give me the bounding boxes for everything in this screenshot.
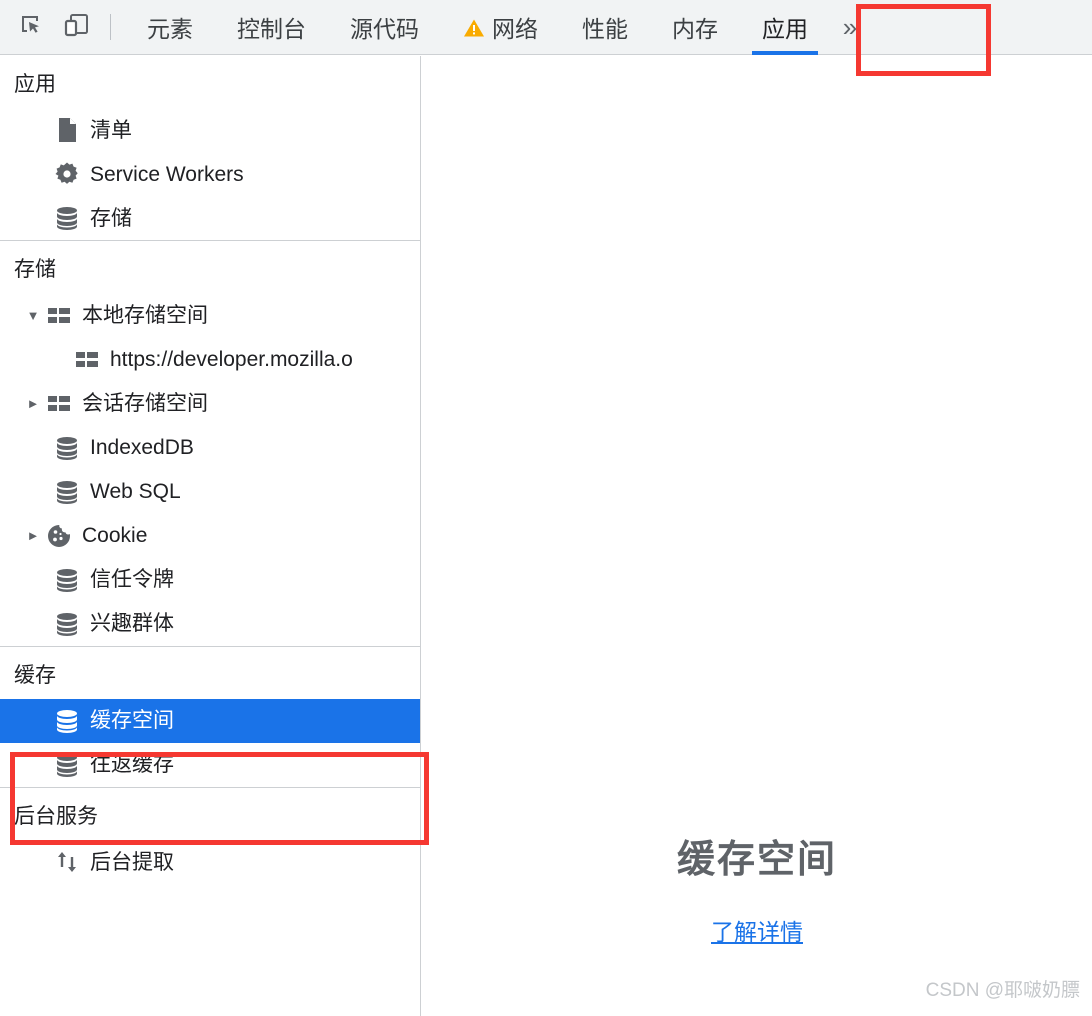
cache-storage-panel: 缓存空间 了解详情 CSDN @耶啵奶膘 — [422, 56, 1092, 1016]
sidebar-item-local-storage[interactable]: ▼ 本地存储空间 — [0, 294, 420, 338]
tab-network[interactable]: 网络 — [441, 0, 560, 55]
sidebar-item-label: 本地存储空间 — [82, 304, 208, 327]
sidebar-item-label: 会话存储空间 — [82, 392, 208, 415]
tab-label: 控制台 — [237, 16, 306, 42]
database-icon — [52, 479, 82, 505]
section-title: 缓存 — [14, 663, 56, 687]
sidebar-item-manifest[interactable]: 清单 — [0, 108, 420, 152]
sidebar-item-cache-storage[interactable]: 缓存空间 — [0, 698, 420, 743]
tab-memory[interactable]: 内存 — [650, 0, 740, 55]
database-icon — [52, 435, 82, 461]
more-tabs-chevron-icon[interactable]: » — [830, 0, 870, 55]
section-title: 应用 — [14, 73, 56, 96]
toolbar-divider — [110, 14, 111, 40]
sidebar-item-label: Cookie — [82, 524, 148, 547]
sidebar-item-session-storage[interactable]: ► 会话存储空间 — [0, 382, 420, 426]
sidebar-item-back-forward-cache[interactable]: 往返缓存 — [0, 743, 420, 787]
chevron-right-icon[interactable]: ► — [22, 528, 44, 543]
sidebar-item-label: 存储 — [90, 206, 132, 230]
sidebar-item-trust-tokens[interactable]: 信任令牌 — [0, 558, 420, 602]
sidebar-item-cookie[interactable]: ► Cookie — [0, 514, 420, 558]
sidebar-item-background-fetch[interactable]: 后台提取 — [0, 840, 420, 884]
table-grid-icon — [44, 394, 74, 414]
sidebar-item-label: Service Workers — [90, 162, 244, 186]
tab-label: 内存 — [672, 16, 718, 42]
application-sidebar: 应用 清单 Service Workers 存储 存储 ▼ 本地存储空间 htt… — [0, 56, 421, 1016]
sidebar-item-storage[interactable]: 存储 — [0, 196, 420, 240]
sidebar-item-local-storage-origin[interactable]: https://developer.mozilla.o — [0, 338, 420, 382]
empty-state: 缓存空间 了解详情 — [422, 828, 1092, 947]
sidebar-item-interest-groups[interactable]: 兴趣群体 — [0, 602, 420, 646]
tab-label: 元素 — [147, 16, 193, 42]
sidebar-item-web-sql[interactable]: Web SQL — [0, 470, 420, 514]
sidebar-section-storage: 存储 ▼ 本地存储空间 https://developer.mozilla.o … — [0, 241, 420, 647]
database-icon — [52, 752, 82, 778]
page-title: 缓存空间 — [676, 839, 837, 881]
tab-label: 网络 — [492, 16, 538, 42]
section-title: 后台服务 — [14, 804, 98, 828]
warning-triangle-icon — [463, 17, 485, 37]
database-icon — [52, 205, 82, 231]
database-icon — [52, 611, 82, 637]
tab-performance[interactable]: 性能 — [560, 0, 650, 55]
database-icon — [52, 567, 82, 593]
database-icon — [52, 708, 82, 734]
sidebar-item-label: 兴趣群体 — [90, 612, 174, 635]
table-grid-icon — [44, 306, 74, 326]
sidebar-item-label: 清单 — [90, 118, 132, 142]
sidebar-item-label: Web SQL — [90, 480, 181, 503]
sidebar-section-application: 应用 清单 Service Workers 存储 — [0, 56, 420, 242]
sidebar-item-label: IndexedDB — [90, 436, 194, 459]
chevron-down-icon[interactable]: ▼ — [22, 308, 44, 323]
sidebar-item-service-workers[interactable]: Service Workers — [0, 152, 420, 196]
tab-elements[interactable]: 元素 — [125, 0, 215, 55]
gear-icon — [52, 161, 82, 187]
background-fetch-arrows-icon — [52, 849, 82, 875]
sidebar-item-label: 后台提取 — [90, 850, 174, 874]
inspect-element-icon — [18, 12, 44, 43]
tab-label: 性能 — [582, 16, 628, 42]
sidebar-item-label: 信任令牌 — [90, 568, 174, 591]
sidebar-item-label: 往返缓存 — [90, 753, 174, 777]
devtools-tab-strip: 元素 控制台 源代码 网络 性能 内存 应用 — [125, 0, 830, 55]
watermark: CSDN @耶啵奶膘 — [925, 980, 1080, 1001]
manifest-document-icon — [52, 117, 82, 143]
device-toolbar-button[interactable] — [54, 5, 100, 49]
sidebar-section-background-services: 后台服务 后台提取 — [0, 788, 420, 884]
table-grid-icon — [72, 350, 102, 370]
inspect-element-button[interactable] — [8, 5, 54, 49]
sidebar-item-label: https://developer.mozilla.o — [110, 348, 353, 371]
tab-label: 源代码 — [350, 16, 419, 42]
devtools-toolbar: 元素 控制台 源代码 网络 性能 内存 应用 » — [0, 0, 1092, 55]
section-title: 存储 — [14, 258, 56, 282]
tab-console[interactable]: 控制台 — [215, 0, 328, 55]
sidebar-item-indexeddb[interactable]: IndexedDB — [0, 426, 420, 470]
sidebar-section-cache: 缓存 缓存空间 往返缓存 — [0, 647, 420, 788]
devtools-window: 元素 控制台 源代码 网络 性能 内存 应用 » 应用 清单 Service W… — [0, 0, 1092, 1016]
learn-more-link[interactable]: 了解详情 — [711, 913, 803, 947]
chevron-right-icon[interactable]: ► — [22, 396, 44, 411]
cookie-icon — [44, 523, 74, 549]
tab-sources[interactable]: 源代码 — [328, 0, 441, 55]
tab-label: 应用 — [762, 16, 808, 42]
sidebar-item-label: 缓存空间 — [90, 709, 174, 733]
tab-application[interactable]: 应用 — [740, 0, 830, 55]
device-toolbar-icon — [63, 12, 91, 43]
